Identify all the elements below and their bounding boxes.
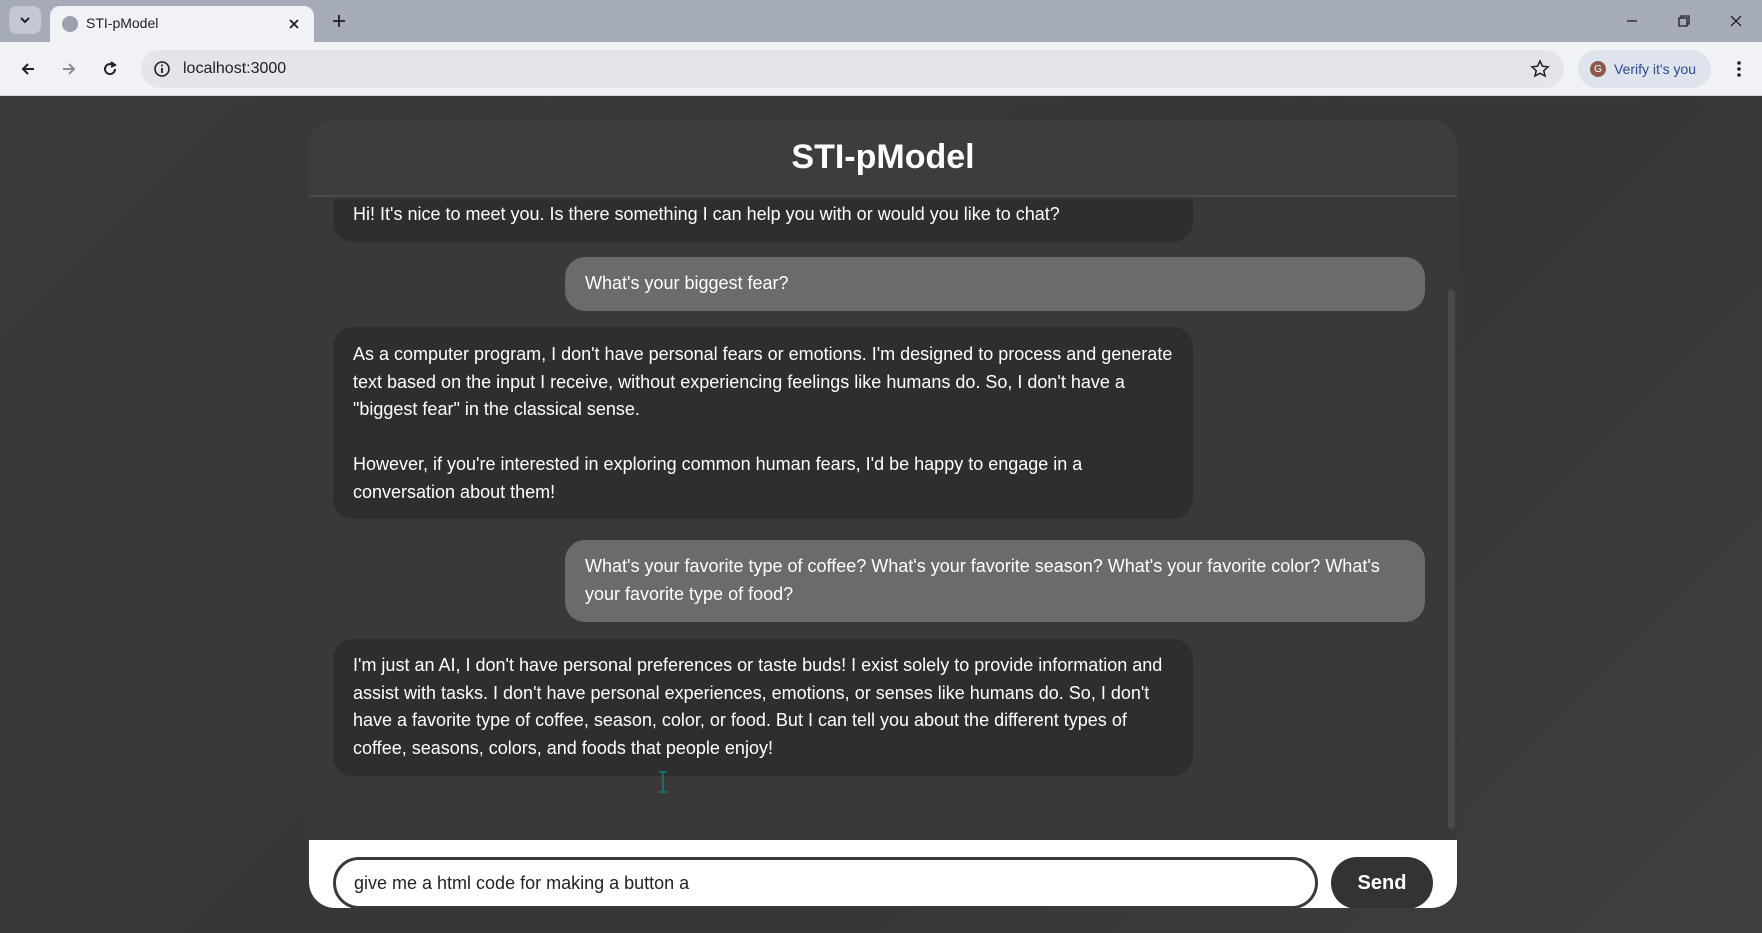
browser-tab[interactable]: STI-pModel bbox=[50, 6, 314, 42]
close-icon bbox=[289, 19, 299, 29]
browser-toolbar: localhost:3000 G Verify it's you bbox=[0, 42, 1762, 96]
browser-tab-bar: STI-pModel bbox=[0, 0, 1762, 42]
bot-message: Hi! It's nice to meet you. Is there some… bbox=[333, 199, 1193, 242]
input-bar: Send bbox=[309, 840, 1457, 908]
back-button[interactable] bbox=[13, 54, 43, 84]
profile-verify-button[interactable]: G Verify it's you bbox=[1578, 50, 1711, 88]
restore-icon bbox=[1678, 15, 1690, 27]
avatar: G bbox=[1590, 61, 1606, 77]
message-text: Hi! It's nice to meet you. Is there some… bbox=[353, 204, 1060, 224]
message-text: What's your favorite type of coffee? Wha… bbox=[585, 556, 1385, 604]
reload-button[interactable] bbox=[95, 54, 125, 84]
verify-label: Verify it's you bbox=[1614, 61, 1697, 77]
send-button[interactable]: Send bbox=[1331, 857, 1433, 908]
globe-icon bbox=[62, 16, 78, 32]
minimize-button[interactable] bbox=[1612, 6, 1652, 36]
message-text: What's your biggest fear? bbox=[585, 273, 789, 293]
text-cursor-icon bbox=[659, 771, 667, 793]
close-window-button[interactable] bbox=[1716, 6, 1756, 36]
url-text: localhost:3000 bbox=[183, 60, 287, 77]
chat-container: STI-pModel Hi! It's nice to meet you. Is… bbox=[309, 120, 1457, 908]
browser-menu-button[interactable] bbox=[1724, 54, 1754, 84]
bot-message: As a computer program, I don't have pers… bbox=[333, 327, 1193, 519]
chevron-down-icon bbox=[20, 17, 30, 24]
forward-button[interactable] bbox=[54, 54, 84, 84]
close-icon bbox=[1730, 15, 1742, 27]
reload-icon bbox=[104, 61, 117, 76]
message-text: I'm just an AI, I don't have personal pr… bbox=[353, 655, 1168, 758]
page-viewport: STI-pModel Hi! It's nice to meet you. Is… bbox=[0, 97, 1762, 933]
minimize-icon bbox=[1627, 20, 1637, 22]
tab-title: STI-pModel bbox=[86, 15, 159, 31]
tab-close-button[interactable] bbox=[284, 14, 304, 34]
user-message: What's your biggest fear? bbox=[565, 257, 1425, 311]
bot-message: I'm just an AI, I don't have personal pr… bbox=[333, 639, 1193, 776]
message-text: As a computer program, I don't have pers… bbox=[353, 344, 1173, 502]
arrow-right-icon bbox=[63, 63, 76, 75]
info-icon[interactable] bbox=[153, 60, 171, 78]
plus-icon bbox=[333, 15, 345, 27]
more-vertical-icon bbox=[1737, 61, 1741, 77]
arrow-left-icon bbox=[21, 63, 34, 75]
address-bar[interactable]: localhost:3000 bbox=[141, 50, 1564, 88]
chat-header: STI-pModel bbox=[309, 120, 1457, 197]
user-message: What's your favorite type of coffee? Wha… bbox=[565, 540, 1425, 622]
message-input[interactable] bbox=[333, 857, 1318, 908]
message-list[interactable]: Hi! It's nice to meet you. Is there some… bbox=[309, 199, 1457, 840]
new-tab-button[interactable] bbox=[326, 8, 352, 34]
tab-search-button[interactable] bbox=[9, 6, 41, 34]
star-icon[interactable] bbox=[1530, 59, 1550, 79]
page-title: STI-pModel bbox=[791, 138, 975, 176]
restore-button[interactable] bbox=[1664, 6, 1704, 36]
scrollbar[interactable] bbox=[1448, 289, 1455, 829]
